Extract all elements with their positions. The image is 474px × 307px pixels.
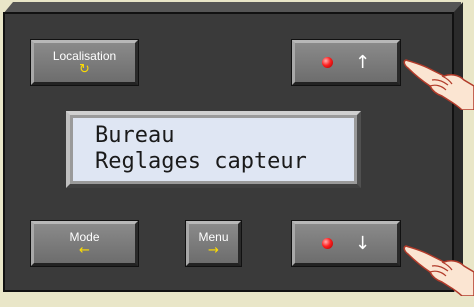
- lcd-line-1: Bureau: [95, 123, 175, 148]
- arrow-left-icon: ←: [79, 242, 90, 258]
- localisation-label: Localisation: [52, 48, 117, 63]
- up-button[interactable]: ↑: [292, 40, 400, 85]
- arrow-down-icon: ↓: [354, 232, 371, 254]
- up-led-indicator: [321, 57, 333, 68]
- lcd-screen: Bureau Reglages capteur: [73, 118, 354, 181]
- pointing-hand-icon: [403, 59, 474, 110]
- mode-button[interactable]: Mode ←: [31, 221, 138, 266]
- lcd-display: Bureau Reglages capteur: [66, 111, 361, 188]
- menu-label: Menu: [198, 229, 229, 244]
- pointing-hand-icon: [403, 245, 474, 296]
- down-button[interactable]: ↓: [292, 221, 400, 266]
- menu-button[interactable]: Menu →: [186, 221, 241, 266]
- arrow-up-icon: ↑: [354, 51, 371, 73]
- lcd-line-2: Reglages capteur: [95, 149, 307, 174]
- arrow-right-icon: →: [208, 242, 219, 258]
- localisation-button[interactable]: Localisation ↻: [31, 40, 138, 85]
- mode-label: Mode: [69, 229, 100, 244]
- down-led-indicator: [321, 238, 333, 249]
- refresh-icon: ↻: [79, 61, 90, 77]
- control-panel: Localisation ↻ ↑ Bureau Reglages capteur …: [3, 12, 454, 292]
